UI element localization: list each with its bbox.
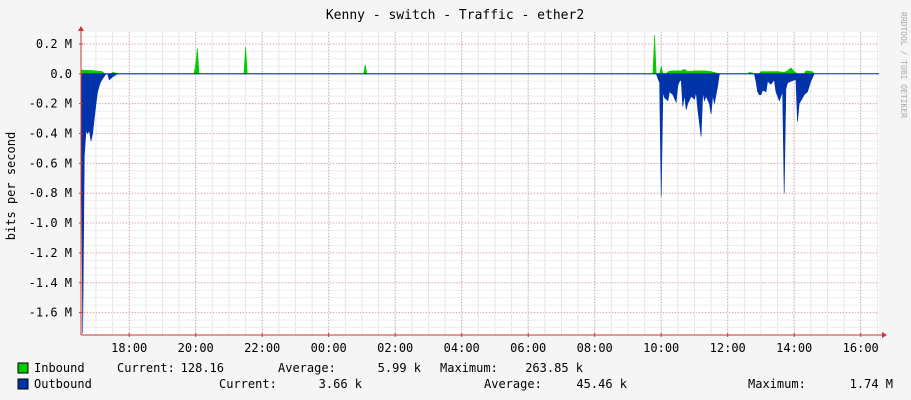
x-tick-label: 02:00 bbox=[377, 341, 413, 355]
x-tick-label: 08:00 bbox=[577, 341, 613, 355]
legend-maximum-label-inbound: Maximum: bbox=[440, 361, 498, 375]
y-tick-label: 0.0 bbox=[50, 67, 72, 81]
y-tick-label: -1.4 M bbox=[29, 276, 72, 290]
legend-current-inbound: 128.16 bbox=[181, 361, 224, 375]
x-tick-label: 16:00 bbox=[843, 341, 879, 355]
legend-current-outbound: 3.66 k bbox=[319, 377, 363, 391]
legend-current-label-inbound: Current: bbox=[117, 361, 175, 375]
y-tick-label: 0.2 M bbox=[36, 37, 72, 51]
x-tick-label: 12:00 bbox=[710, 341, 746, 355]
legend-name-outbound: Outbound bbox=[34, 377, 92, 391]
legend-name-inbound: Inbound bbox=[34, 361, 85, 375]
legend-maximum-label-outbound: Maximum: bbox=[748, 377, 806, 391]
x-tick-label: 04:00 bbox=[444, 341, 480, 355]
y-tick-label: -1.6 M bbox=[29, 306, 72, 320]
legend-average-outbound: 45.46 k bbox=[576, 377, 627, 391]
legend-average-inbound: 5.99 k bbox=[378, 361, 422, 375]
y-axis-label: bits per second bbox=[4, 132, 18, 240]
rrdtool-watermark: RRDTOOL / TOBI OETIKER bbox=[899, 12, 908, 118]
legend-maximum-inbound: 263.85 k bbox=[525, 361, 584, 375]
traffic-chart: 0.2 M 0.0 -0.2 M -0.4 M -0.6 M -0.8 M -1.0 M -1… bbox=[0, 0, 911, 400]
y-tick-label: -0.6 M bbox=[29, 156, 72, 170]
legend-swatch-outbound bbox=[17, 378, 29, 390]
x-tick-label: 18:00 bbox=[111, 341, 147, 355]
legend-current-label-outbound: Current: bbox=[219, 377, 277, 391]
y-tick-label: -1.2 M bbox=[29, 246, 72, 260]
legend-average-label-inbound: Average: bbox=[278, 361, 336, 375]
x-tick-label: 10:00 bbox=[643, 341, 679, 355]
x-tick-label: 00:00 bbox=[311, 341, 347, 355]
x-tick-label: 20:00 bbox=[178, 341, 214, 355]
y-tick-label: -1.0 M bbox=[29, 216, 72, 230]
legend-average-label-outbound: Average: bbox=[484, 377, 542, 391]
x-tick-label: 06:00 bbox=[510, 341, 546, 355]
y-tick-label: -0.2 M bbox=[29, 97, 72, 111]
legend-swatch-inbound bbox=[17, 362, 29, 374]
x-tick-label: 14:00 bbox=[776, 341, 812, 355]
x-tick-label: 22:00 bbox=[244, 341, 280, 355]
y-tick-label: -0.4 M bbox=[29, 126, 72, 140]
y-tick-label: -0.8 M bbox=[29, 186, 72, 200]
legend-maximum-outbound: 1.74 M bbox=[850, 377, 893, 391]
chart-title: Kenny - switch - Traffic - ether2 bbox=[326, 8, 584, 23]
